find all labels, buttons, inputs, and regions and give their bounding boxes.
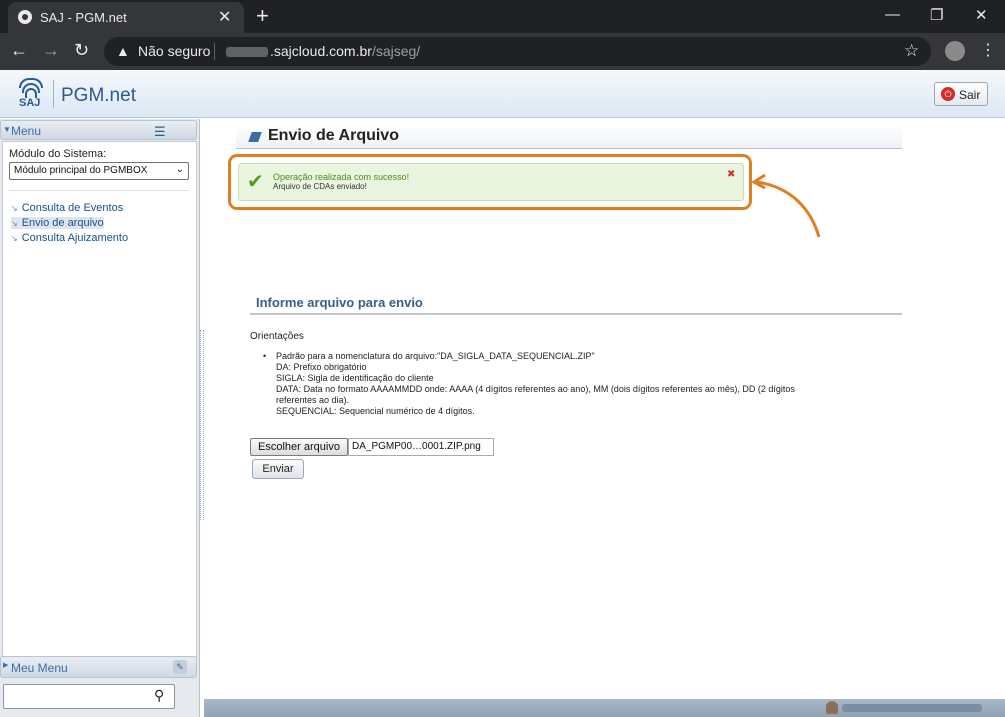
sidebar-item-label: Envio de arquivo	[21, 217, 104, 229]
close-icon[interactable]: ✖	[727, 169, 735, 180]
chevron-down-icon: ⌄	[175, 164, 184, 175]
sidebar: ▼ Menu ☰ Módulo do Sistema: Módulo princ…	[0, 119, 200, 717]
browser-tab[interactable]: SAJ - PGM.net ✕	[8, 2, 244, 33]
bullet-icon: ↘	[11, 219, 18, 228]
success-title: Operação realizada com sucesso!	[273, 172, 410, 182]
section-title: Informe arquivo para envio	[256, 295, 423, 310]
reload-icon[interactable]: ↻	[74, 40, 89, 61]
url-path: /sajseg/	[371, 43, 421, 59]
bullet-icon: ↘	[11, 204, 18, 213]
orientation-list: • Padrão para a nomenclatura do arquivo:…	[263, 351, 876, 417]
chosen-file-name: DA_PGMP00…0001.ZIP.png	[348, 438, 494, 456]
profile-icon[interactable]	[945, 41, 965, 61]
status-bar	[204, 699, 1005, 717]
app-name: PGM.net	[61, 85, 136, 106]
power-icon: ⏻	[941, 87, 955, 101]
my-menu-title: Meu Menu	[11, 661, 68, 675]
page-title: Envio de Arquivo	[268, 127, 399, 144]
star-icon[interactable]: ☆	[904, 41, 919, 61]
orientation-line: DATA: Data no formato AAAAMMDD onde: AAA…	[276, 384, 795, 394]
app-header: SAJ PGM.net ⏻ Sair	[0, 70, 1005, 118]
redacted-user-info	[842, 704, 982, 712]
restore-icon[interactable]: ❐	[930, 6, 943, 24]
logo-divider	[53, 80, 54, 108]
success-detail: Arquivo de CDAs enviado!	[273, 182, 367, 191]
orientation-line: DA: Prefixo obrigatório	[276, 362, 367, 372]
user-icon	[826, 701, 838, 714]
forward-icon[interactable]: →	[42, 40, 60, 61]
sidebar-item-label: Consulta de Eventos	[21, 202, 124, 214]
sidebar-panel: Módulo do Sistema: Módulo principal do P…	[2, 141, 197, 673]
browser-tab-bar: SAJ - PGM.net ✕ + — ❐ ✕	[0, 0, 1005, 33]
check-icon: ✔	[247, 171, 264, 193]
choose-file-button[interactable]: Escolher arquivo	[250, 438, 348, 456]
globe-icon	[18, 10, 32, 24]
minimize-icon[interactable]: —	[885, 6, 900, 23]
new-tab-icon[interactable]: +	[256, 3, 269, 29]
module-select[interactable]: Módulo principal do PGMBOX ⌄	[9, 162, 189, 180]
send-button[interactable]: Enviar	[252, 459, 304, 479]
warning-icon: ▲	[116, 43, 130, 59]
tab-close-icon[interactable]: ✕	[218, 7, 231, 27]
security-label: Não seguro	[138, 43, 211, 59]
window-close-icon[interactable]: ✕	[975, 6, 988, 24]
back-icon[interactable]: ←	[10, 40, 28, 61]
orientation-line: referentes ao dia).	[276, 395, 350, 405]
bullet-icon: ↘	[11, 234, 18, 243]
sidebar-item-consulta-ajuizamento[interactable]: ↘ Consulta Ajuizamento	[11, 232, 128, 244]
module-label: Módulo do Sistema:	[9, 148, 107, 160]
arrow-icon	[248, 132, 262, 142]
orientation-line: Padrão para a nomenclatura do arquivo:"D…	[276, 351, 595, 361]
sidebar-item-envio-arquivo[interactable]: ↘ Envio de arquivo	[11, 217, 104, 229]
logout-button[interactable]: ⏻ Sair	[934, 82, 988, 106]
url-domain: .sajcloud.com.br	[270, 43, 372, 59]
menu-title: Menu	[11, 124, 42, 138]
menu-header[interactable]: ▼ Menu ☰	[0, 120, 197, 140]
caret-down-icon: ▼	[3, 125, 11, 134]
my-menu-header[interactable]: ▶ Meu Menu ✎	[0, 656, 197, 678]
logout-label: Sair	[959, 88, 981, 102]
redacted-subdomain	[226, 47, 268, 57]
omnibox-separator	[214, 43, 215, 60]
bullet-icon: •	[263, 351, 267, 361]
annotation-arrow	[751, 173, 821, 238]
section-divider	[250, 313, 902, 315]
list-view-icon[interactable]: ☰	[154, 124, 166, 140]
sidebar-divider	[9, 190, 189, 191]
module-selected-value: Módulo principal do PGMBOX	[14, 165, 148, 176]
sidebar-search-input[interactable]: ⚲	[3, 684, 175, 709]
sidebar-item-consulta-eventos[interactable]: ↘ Consulta de Eventos	[11, 202, 123, 214]
main-content: Envio de Arquivo ✔ Operação realizada co…	[204, 119, 1005, 699]
browser-toolbar: ← → ↻ ▲ Não seguro .sajcloud.com.br/sajs…	[0, 33, 1005, 70]
address-bar[interactable]: ▲ Não seguro .sajcloud.com.br/sajseg/ ☆	[104, 37, 931, 66]
logo-text: SAJ	[19, 97, 41, 109]
saj-logo: SAJ	[16, 78, 46, 110]
wrench-icon[interactable]: ✎	[173, 660, 187, 674]
search-icon[interactable]: ⚲	[154, 687, 164, 704]
caret-right-icon: ▶	[3, 662, 9, 669]
orientation-line: SEQUENCIAL: Sequencial numérico de 4 díg…	[276, 406, 475, 416]
menu-kebab-icon[interactable]: ⋮	[980, 40, 996, 60]
url-text: .sajcloud.com.br/sajseg/	[270, 43, 420, 59]
orientation-label: Orientações	[250, 331, 304, 342]
success-message: ✔ Operação realizada com sucesso! Arquiv…	[238, 163, 744, 201]
tab-title: SAJ - PGM.net	[40, 10, 127, 25]
sidebar-item-label: Consulta Ajuizamento	[21, 232, 129, 244]
page-title-bar: Envio de Arquivo	[236, 125, 902, 149]
orientation-line: SIGLA: Sigla de identificação do cliente	[276, 373, 434, 383]
